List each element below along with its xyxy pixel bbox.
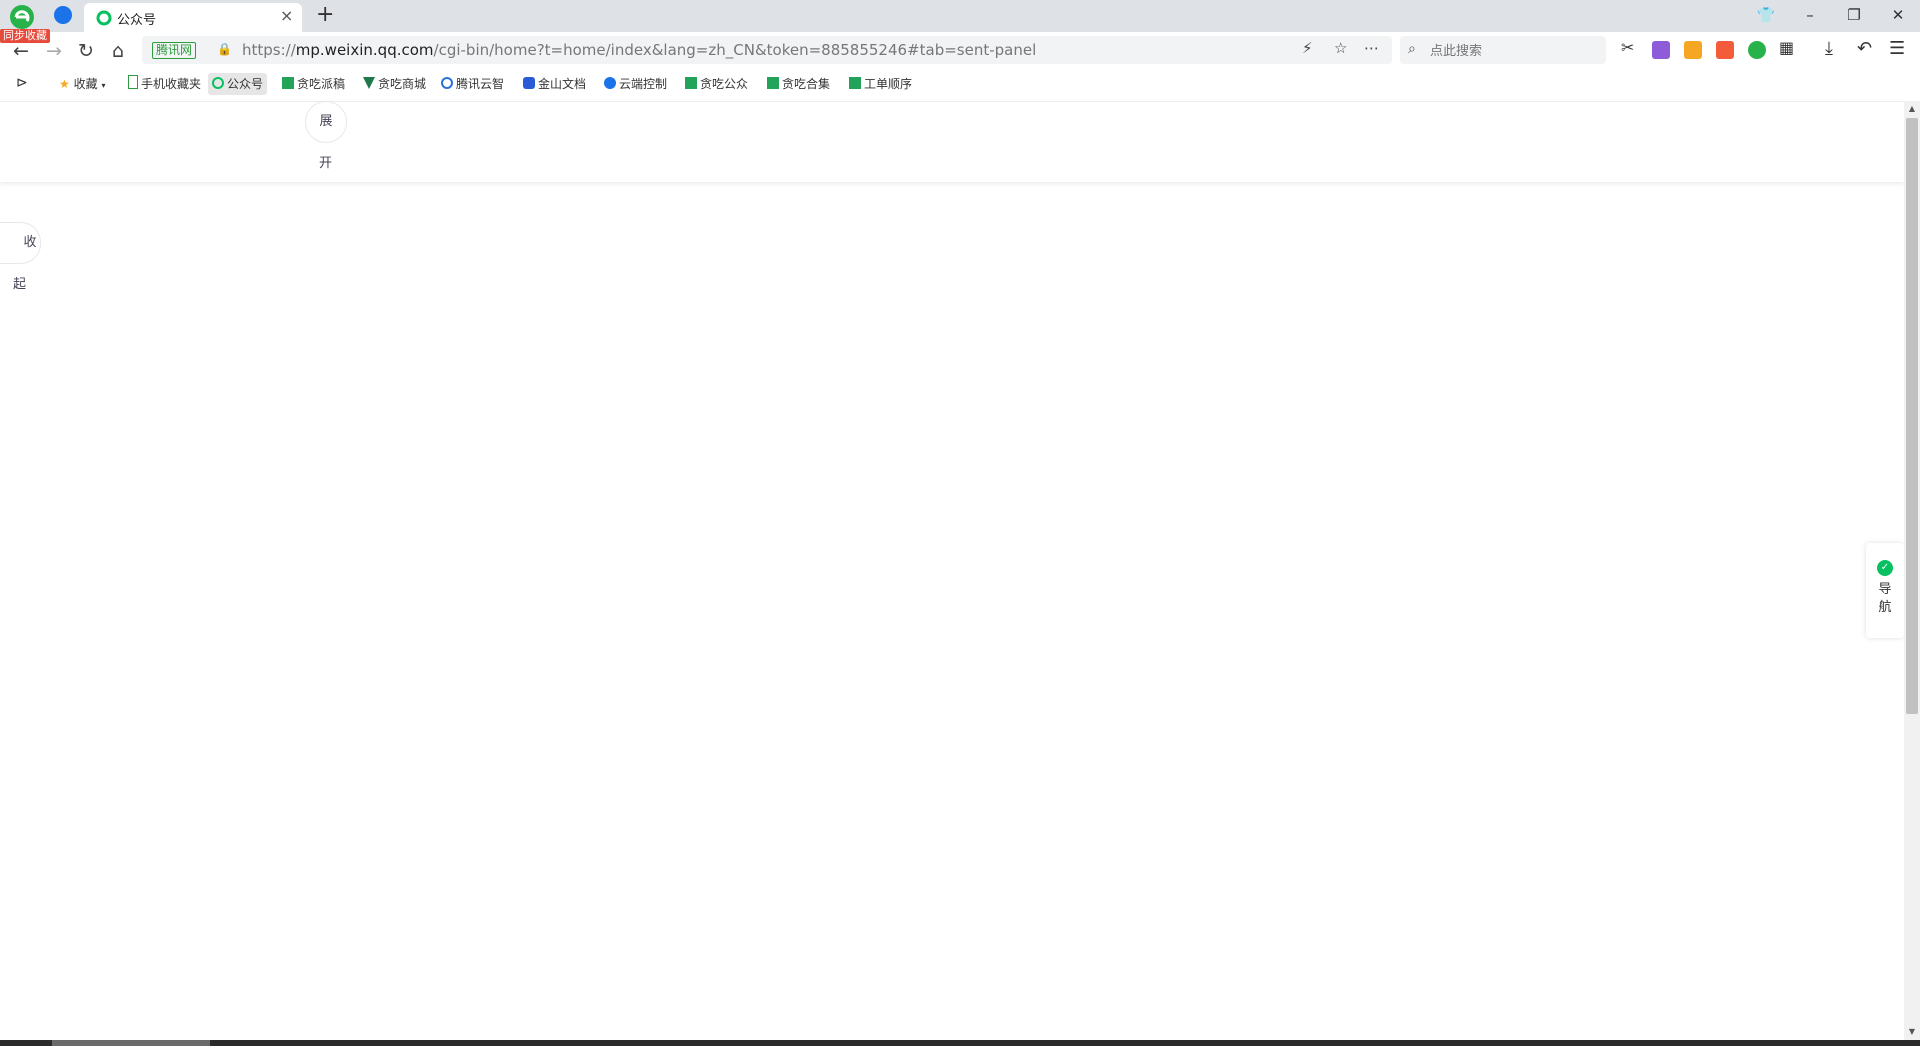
reload-icon[interactable]: ↻: [75, 40, 97, 62]
bookmark-label: 贪吃公众: [700, 77, 749, 91]
game-extension-icon[interactable]: [1716, 41, 1734, 59]
tab-wechat-mp[interactable]: 公众号 ×: [84, 3, 302, 32]
address-bar[interactable]: 腾讯网 🔒 https://mp.weixin.qq.com/cgi-bin/h…: [142, 36, 1392, 64]
search-icon: ⌕: [1408, 41, 1416, 57]
bookmark-item[interactable]: 金山文档: [519, 73, 590, 95]
url-path: /cgi-bin/home?t=home/index&lang=zh_CN&to…: [433, 41, 1037, 59]
restore-button[interactable]: ❐: [1832, 2, 1876, 28]
bottom-edge: [0, 1040, 1920, 1046]
sync-favorites-badge[interactable]: 同步收藏: [0, 29, 50, 43]
bookmark-item[interactable]: 贪吃商城: [359, 73, 430, 95]
search-input[interactable]: [1428, 40, 1602, 62]
lightning-icon[interactable]: ⚡: [1302, 39, 1313, 57]
vue-icon: [363, 77, 375, 89]
undo-icon[interactable]: ↶: [1857, 38, 1872, 59]
tab-title: 公众号: [117, 13, 157, 28]
bookmark-label: 贪吃派稿: [297, 77, 346, 91]
bookmark-label: 工单顺序: [864, 77, 913, 91]
translate-extension-icon[interactable]: [1652, 41, 1670, 59]
page-header: [0, 101, 1904, 182]
bookmark-favorites[interactable]: ★ 收藏 ▾: [55, 73, 109, 95]
tab-strip: 公众号 × + 👕 – ❐ ✕: [0, 0, 1920, 32]
tab-close-icon[interactable]: ×: [280, 6, 293, 25]
bookmark-label: 公众号: [227, 77, 264, 91]
minimize-button[interactable]: –: [1788, 2, 1832, 28]
side-nav-widget[interactable]: ✓ 导航: [1866, 543, 1904, 638]
apps-grid-icon[interactable]: ▦: [1779, 38, 1794, 57]
star-icon: ★: [59, 77, 70, 91]
window-close-button[interactable]: ✕: [1876, 2, 1920, 28]
url-host: mp.weixin.qq.com: [295, 41, 434, 59]
phone-icon: [128, 75, 138, 89]
shield-extension-icon[interactable]: [1684, 41, 1702, 59]
expand-label: 开: [319, 156, 333, 171]
scroll-up-icon[interactable]: ▲: [1904, 101, 1920, 117]
forward-arrow-icon[interactable]: →: [43, 40, 65, 62]
skin-icon[interactable]: 👕: [1744, 2, 1788, 28]
pinned-tab-icon[interactable]: [54, 6, 72, 24]
star-icon[interactable]: ☆: [1334, 39, 1347, 57]
bookmark-label: 收藏: [73, 77, 98, 91]
back-arrow-icon[interactable]: ←: [10, 40, 32, 62]
collapse-label: 起: [13, 277, 27, 292]
bookmark-item[interactable]: 贪吃合集: [763, 73, 834, 95]
scrollbar-thumb[interactable]: [1906, 118, 1918, 714]
collapse-button[interactable]: 收: [0, 222, 41, 264]
sheet-icon: [282, 77, 294, 89]
bookmark-label: 云端控制: [619, 77, 668, 91]
console-icon: [604, 77, 616, 89]
browser-logo-icon[interactable]: [8, 3, 36, 31]
dropdown-arrow-icon[interactable]: ▾: [101, 81, 105, 90]
bookmark-item[interactable]: 工单顺序: [845, 73, 916, 95]
bookmarks-bar: ⊳ ★ 收藏 ▾ 手机收藏夹 公众号 贪吃派稿 贪吃商城 腾讯云智 金山文档 云…: [0, 68, 1920, 101]
bookmark-item[interactable]: 腾讯云智: [437, 73, 508, 95]
bookmark-label: 腾讯云智: [456, 77, 505, 91]
more-options-icon[interactable]: ⋯: [1364, 39, 1379, 57]
expand-button[interactable]: 展: [305, 101, 347, 143]
scroll-down-icon[interactable]: ▼: [1904, 1024, 1920, 1040]
navigation-toolbar: ← → ↻ ⌂ 腾讯网 🔒 https://mp.weixin.qq.com/c…: [0, 32, 1920, 68]
wechat-mp-icon: [212, 77, 224, 89]
bookmark-label: 贪吃商城: [378, 77, 427, 91]
bookmark-item[interactable]: 公众号: [208, 73, 268, 95]
bookmark-item[interactable]: 贪吃派稿: [278, 73, 349, 95]
bookmark-item[interactable]: 云端控制: [600, 73, 671, 95]
scissors-icon[interactable]: ✂: [1621, 38, 1634, 57]
search-box[interactable]: ⌕: [1400, 36, 1606, 64]
lock-icon[interactable]: 🔒: [217, 42, 232, 56]
bookmark-item[interactable]: 贪吃公众: [681, 73, 752, 95]
checkmark-icon: ✓: [1877, 560, 1893, 576]
bookmark-label: 手机收藏夹: [141, 77, 202, 91]
download-icon[interactable]: ⤓: [1825, 38, 1833, 59]
cloud-icon: [441, 77, 453, 89]
new-tab-button[interactable]: +: [316, 2, 334, 27]
side-nav-label: 导航: [1878, 582, 1892, 615]
home-icon[interactable]: ⌂: [107, 40, 129, 62]
kdocs-icon: [523, 77, 535, 89]
menu-icon[interactable]: ☰: [1889, 38, 1905, 59]
sheet-icon: [685, 77, 697, 89]
url-text[interactable]: https://mp.weixin.qq.com/cgi-bin/home?t=…: [242, 41, 1036, 59]
sidebar-toggle-icon[interactable]: ⊳: [16, 75, 28, 91]
green-extension-icon[interactable]: [1748, 41, 1766, 59]
certificate-badge[interactable]: 腾讯网: [152, 42, 197, 59]
wechat-mp-favicon-icon: [96, 10, 112, 26]
bookmark-item[interactable]: 手机收藏夹: [124, 73, 205, 95]
horizontal-scroll-thumb[interactable]: [52, 1040, 210, 1046]
sheet-icon: [767, 77, 779, 89]
bookmark-label: 金山文档: [538, 77, 587, 91]
bookmark-label: 贪吃合集: [782, 77, 831, 91]
url-prefix: https://: [242, 41, 296, 59]
sheet-icon: [849, 77, 861, 89]
